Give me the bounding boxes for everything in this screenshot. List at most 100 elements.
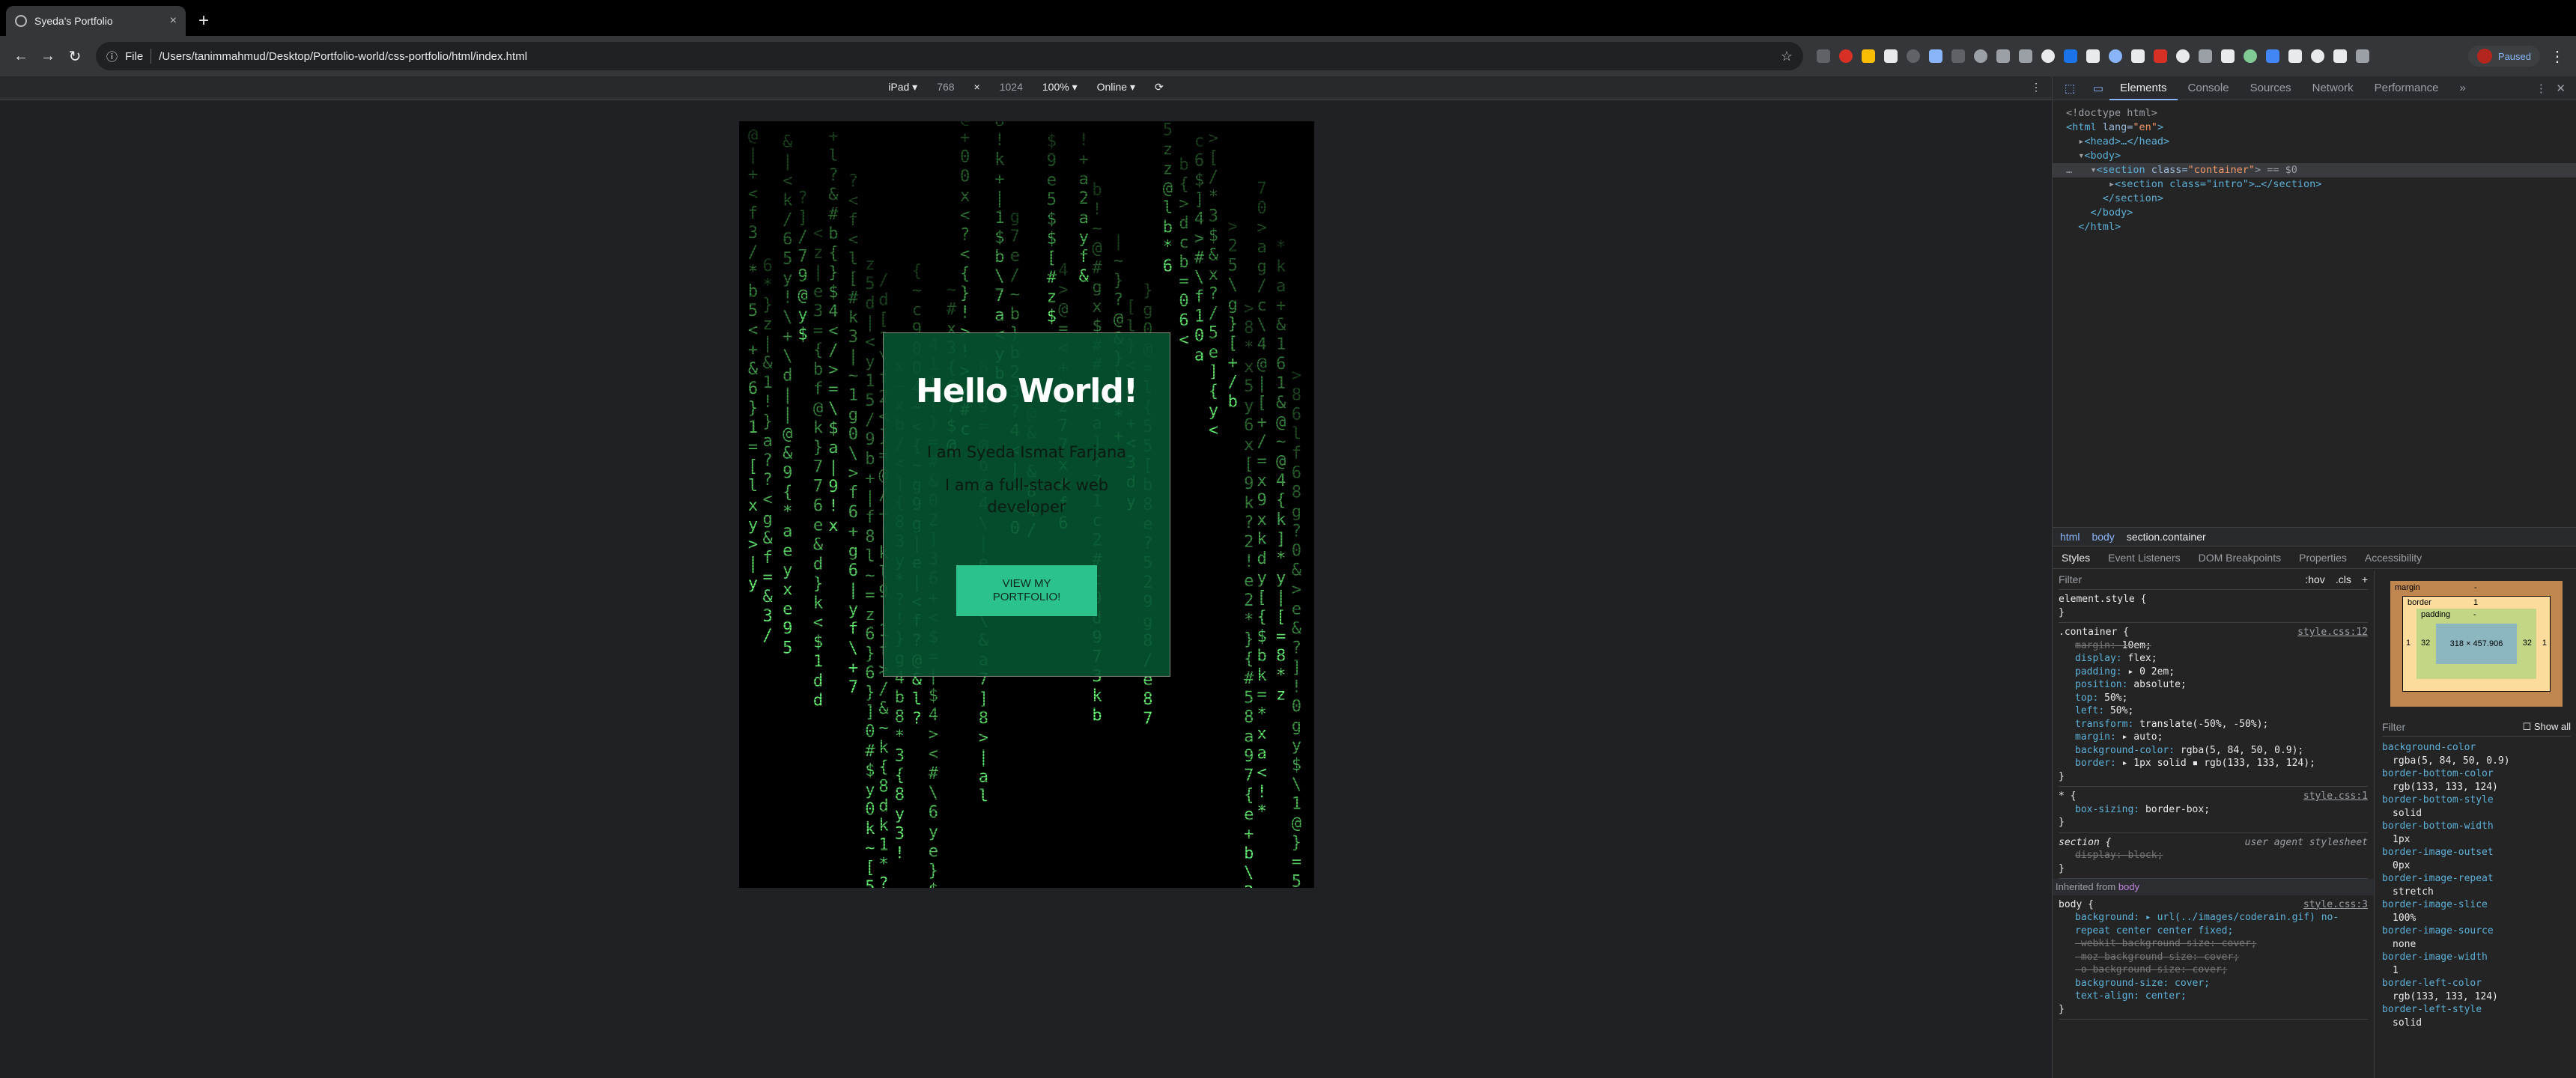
back-icon[interactable]: ←	[7, 48, 34, 65]
body-line[interactable]: -moz-background-size: cover;	[2059, 951, 2368, 964]
extension-icon[interactable]	[2199, 49, 2212, 63]
body-line[interactable]: text-align: center;	[2059, 990, 2368, 1003]
dom-html[interactable]: <html lang="en">	[2066, 121, 2576, 135]
extension-icon[interactable]	[2019, 49, 2032, 63]
dom-doctype[interactable]: <!doctype html>	[2066, 106, 2576, 121]
computed-prop-name[interactable]: background-color	[2382, 741, 2571, 755]
more-tabs-icon[interactable]: »	[2449, 82, 2476, 94]
extension-icon[interactable]	[2244, 49, 2257, 63]
css-property[interactable]: box-sizing: border-box;	[2059, 803, 2368, 817]
computed-prop-name[interactable]: border-left-style	[2382, 1003, 2571, 1017]
tab-console[interactable]: Console	[2178, 82, 2240, 94]
extension-icon[interactable]	[1862, 49, 1875, 63]
extension-icon[interactable]	[2176, 49, 2190, 63]
width-input[interactable]: 768	[937, 81, 954, 93]
device-toggle-icon[interactable]: ▭	[2087, 79, 2109, 97]
universal-source-link[interactable]: style.css:1	[2303, 790, 2368, 803]
computed-prop-name[interactable]: border-image-width	[2382, 951, 2571, 964]
extension-icon[interactable]	[2288, 49, 2302, 63]
body-line[interactable]: repeat center center fixed;	[2059, 925, 2368, 938]
tab-dom-breakpoints[interactable]: DOM Breakpoints	[2190, 552, 2290, 564]
new-tab-button[interactable]: +	[190, 7, 217, 34]
computed-prop-name[interactable]: border-image-outset	[2382, 846, 2571, 859]
computed-prop-name[interactable]: border-image-source	[2382, 925, 2571, 938]
extension-icon[interactable]	[1951, 49, 1965, 63]
body-line[interactable]: -webkit-background-size: cover;	[2059, 937, 2368, 951]
crumb-html[interactable]: html	[2060, 531, 2080, 543]
extension-icon[interactable]	[1817, 49, 1830, 63]
show-all-checkbox[interactable]: ☐ Show all	[2523, 721, 2571, 733]
extension-icon[interactable]	[2064, 49, 2077, 63]
css-property[interactable]: left: 50%;	[2059, 704, 2368, 718]
container-rule[interactable]: .container {style.css:12 margin: 10em; di…	[2059, 623, 2368, 787]
computed-prop-name[interactable]: border-bottom-color	[2382, 767, 2571, 781]
body-line[interactable]: -o-background-size: cover;	[2059, 963, 2368, 977]
hov-toggle[interactable]: :hov	[2305, 573, 2324, 587]
dom-body-close[interactable]: </body>	[2066, 206, 2576, 220]
extension-icon[interactable]	[2154, 49, 2167, 63]
dom-section-close[interactable]: </section>	[2066, 192, 2576, 206]
extension-icon[interactable]	[1996, 49, 2010, 63]
css-property[interactable]: transform: translate(-50%, -50%);	[2059, 718, 2368, 731]
universal-rule[interactable]: * {style.css:1 box-sizing: border-box; }	[2059, 787, 2368, 833]
css-property[interactable]: display: block;	[2059, 849, 2368, 862]
crumb-section[interactable]: section.container	[2127, 531, 2206, 543]
device-more-icon[interactable]: ⋮	[2031, 81, 2041, 94]
body-source-link[interactable]: style.css:3	[2303, 898, 2368, 912]
address-bar[interactable]: ⓘ File /Users/tanimmahmud/Desktop/Portfo…	[96, 42, 1803, 70]
inherited-from-link[interactable]: body	[2118, 881, 2139, 892]
extension-icon[interactable]	[2311, 49, 2324, 63]
dom-section-selected[interactable]: … ▾<section class="container"> == $0	[2053, 163, 2576, 177]
extension-icon[interactable]	[1839, 49, 1853, 63]
profile-button[interactable]: Paused	[2467, 46, 2540, 67]
extension-icon[interactable]	[2333, 49, 2347, 63]
forward-icon[interactable]: →	[34, 48, 61, 65]
tab-properties[interactable]: Properties	[2290, 552, 2356, 564]
height-input[interactable]: 1024	[1000, 81, 1023, 93]
tab-performance[interactable]: Performance	[2364, 82, 2449, 94]
reload-icon[interactable]: ↻	[61, 47, 88, 66]
browser-tab[interactable]: Syeda's Portfolio ×	[6, 6, 186, 36]
computed-filter-input[interactable]: Filter	[2382, 721, 2405, 733]
body-rule[interactable]: body {style.css:3 background: ▸ url(../i…	[2059, 895, 2368, 1020]
body-line[interactable]: background-size: cover;	[2059, 977, 2368, 990]
dom-head[interactable]: ▸<head>…</head>	[2066, 135, 2576, 149]
new-rule-button[interactable]: +	[2362, 573, 2368, 587]
close-tab-icon[interactable]: ×	[170, 14, 177, 28]
cls-toggle[interactable]: .cls	[2336, 573, 2351, 587]
tab-accessibility[interactable]: Accessibility	[2356, 552, 2431, 564]
element-style-rule[interactable]: element.style { }	[2059, 590, 2368, 623]
computed-prop-name[interactable]: border-bottom-style	[2382, 794, 2571, 807]
crumb-body[interactable]: body	[2092, 531, 2114, 543]
throttle-select[interactable]: Online ▾	[1097, 81, 1135, 94]
extension-icon[interactable]	[2266, 49, 2279, 63]
extension-icon[interactable]	[1974, 49, 1987, 63]
extension-icon[interactable]	[1929, 49, 1942, 63]
tab-elements[interactable]: Elements	[2109, 76, 2178, 100]
tab-sources[interactable]: Sources	[2240, 82, 2302, 94]
dom-body[interactable]: ▾<body>	[2066, 149, 2576, 163]
computed-prop-name[interactable]: border-left-color	[2382, 977, 2571, 990]
css-property[interactable]: margin: 10em;	[2059, 639, 2368, 653]
css-property[interactable]: background-color: rgba(5, 84, 50, 0.9);	[2059, 744, 2368, 758]
url-text[interactable]: /Users/tanimmahmud/Desktop/Portfolio-wor…	[159, 50, 527, 63]
dom-html-end[interactable]: </html>	[2066, 220, 2576, 234]
section-ua-rule[interactable]: section {user agent stylesheet display: …	[2059, 833, 2368, 879]
device-select[interactable]: iPad ▾	[888, 81, 917, 94]
extension-icon[interactable]	[2086, 49, 2100, 63]
browser-menu-icon[interactable]: ⋮	[2546, 47, 2569, 66]
body-line[interactable]: background: ▸ url(../images/coderain.gif…	[2059, 911, 2368, 925]
rotate-icon[interactable]: ⟳	[1155, 81, 1164, 94]
extension-icon[interactable]	[1907, 49, 1920, 63]
tab-styles[interactable]: Styles	[2053, 552, 2099, 564]
css-property[interactable]: display: flex;	[2059, 652, 2368, 666]
extension-icon[interactable]	[1884, 49, 1898, 63]
tab-event-listeners[interactable]: Event Listeners	[2099, 552, 2190, 564]
css-property[interactable]: margin: ▸ auto;	[2059, 731, 2368, 744]
info-icon[interactable]: ⓘ	[106, 49, 118, 64]
css-property[interactable]: padding: ▸ 0 2em;	[2059, 666, 2368, 679]
tab-network[interactable]: Network	[2302, 82, 2364, 94]
css-property[interactable]: top: 50%;	[2059, 692, 2368, 705]
styles-filter-input[interactable]: Filter	[2059, 573, 2082, 587]
devtools-settings-icon[interactable]: ⋮ ✕	[2536, 82, 2576, 95]
